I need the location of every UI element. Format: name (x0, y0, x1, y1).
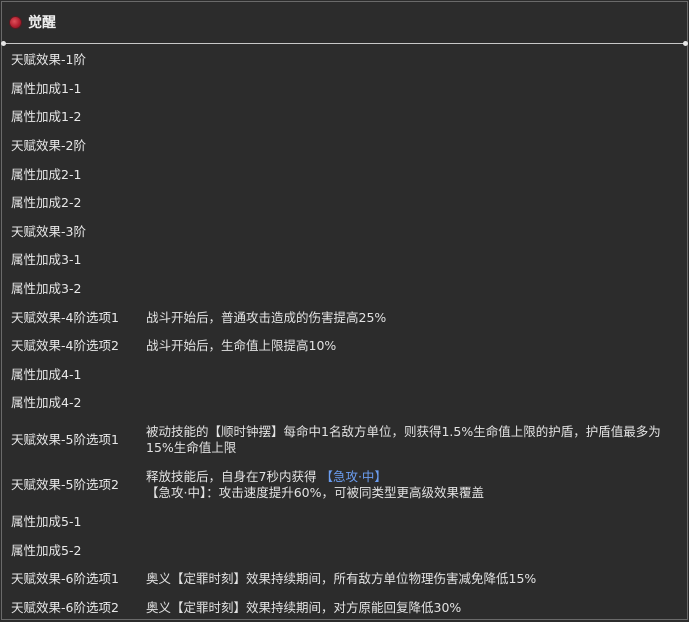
row-label: 天赋效果-6阶选项1 (2, 571, 146, 587)
row-desc-text: 【急攻·中】：攻击速度提升60%，可被同类型更高级效果覆盖 (146, 485, 484, 500)
panel-header: 觉醒 (2, 2, 687, 42)
table-row: 属性加成4-2 (2, 389, 687, 418)
buff-link[interactable]: 【急攻·中】 (320, 469, 386, 484)
table-row: 天赋效果-5阶选项1 被动技能的【顺时钟摆】每命中1名敌方单位，则获得1.5%生… (2, 418, 687, 463)
row-label: 属性加成3-2 (2, 281, 146, 297)
table-row: 属性加成5-2 (2, 536, 687, 565)
row-label: 属性加成1-2 (2, 109, 146, 125)
row-label: 属性加成1-1 (2, 81, 146, 97)
table-row: 天赋效果-2阶 (2, 132, 687, 161)
table-row: 天赋效果-4阶选项2 战斗开始后，生命值上限提高10% (2, 332, 687, 361)
table-row: 天赋效果-1阶 (2, 46, 687, 75)
header-divider (3, 43, 686, 44)
table-row: 天赋效果-6阶选项2 奥义【定罪时刻】效果持续期间，对方原能回复降低30% (2, 594, 687, 622)
table-row: 天赋效果-5阶选项2 释放技能后，自身在7秒内获得 【急攻·中】 【急攻·中】：… (2, 463, 687, 508)
table-row: 属性加成3-1 (2, 246, 687, 275)
table-row: 属性加成1-2 (2, 103, 687, 132)
table-row: 属性加成3-2 (2, 275, 687, 304)
row-desc-text: 释放技能后，自身在7秒内获得 (146, 469, 316, 484)
row-label: 属性加成2-2 (2, 195, 146, 211)
row-desc: 奥义【定罪时刻】效果持续期间，所有敌方单位物理伤害减免降低15% (146, 571, 687, 587)
row-desc: 奥义【定罪时刻】效果持续期间，对方原能回复降低30% (146, 600, 687, 616)
row-label: 属性加成4-2 (2, 395, 146, 411)
row-label: 天赋效果-4阶选项2 (2, 338, 146, 354)
row-label: 属性加成5-1 (2, 514, 146, 530)
row-label: 属性加成3-1 (2, 252, 146, 268)
awakening-panel: 觉醒 天赋效果-1阶 属性加成1-1 属性加成1-2 天赋效果-2阶 属性加成2… (1, 1, 688, 620)
row-desc: 战斗开始后，普通攻击造成的伤害提高25% (146, 310, 687, 326)
talent-table: 天赋效果-1阶 属性加成1-1 属性加成1-2 天赋效果-2阶 属性加成2-1 … (2, 44, 687, 622)
table-row: 属性加成2-1 (2, 160, 687, 189)
row-label: 属性加成5-2 (2, 543, 146, 559)
row-label: 天赋效果-2阶 (2, 138, 146, 154)
row-label: 天赋效果-5阶选项1 (2, 432, 146, 448)
red-dot-icon (10, 17, 21, 28)
table-row: 属性加成1-1 (2, 75, 687, 104)
row-desc: 战斗开始后，生命值上限提高10% (146, 338, 687, 354)
row-label: 属性加成2-1 (2, 167, 146, 183)
table-row: 天赋效果-4阶选项1 战斗开始后，普通攻击造成的伤害提高25% (2, 303, 687, 332)
row-label: 天赋效果-4阶选项1 (2, 310, 146, 326)
table-row: 属性加成2-2 (2, 189, 687, 218)
table-row: 属性加成5-1 (2, 508, 687, 537)
table-row: 天赋效果-6阶选项1 奥义【定罪时刻】效果持续期间，所有敌方单位物理伤害减免降低… (2, 565, 687, 594)
table-row: 属性加成4-1 (2, 361, 687, 390)
row-desc: 释放技能后，自身在7秒内获得 【急攻·中】 【急攻·中】：攻击速度提升60%，可… (146, 469, 687, 501)
panel-title: 觉醒 (28, 12, 56, 32)
table-row: 天赋效果-3阶 (2, 218, 687, 247)
row-label: 天赋效果-3阶 (2, 224, 146, 240)
row-desc: 被动技能的【顺时钟摆】每命中1名敌方单位，则获得1.5%生命值上限的护盾，护盾值… (146, 424, 687, 456)
row-label: 天赋效果-6阶选项2 (2, 600, 146, 616)
row-label: 天赋效果-5阶选项2 (2, 477, 146, 493)
row-label: 天赋效果-1阶 (2, 52, 146, 68)
row-label: 属性加成4-1 (2, 367, 146, 383)
